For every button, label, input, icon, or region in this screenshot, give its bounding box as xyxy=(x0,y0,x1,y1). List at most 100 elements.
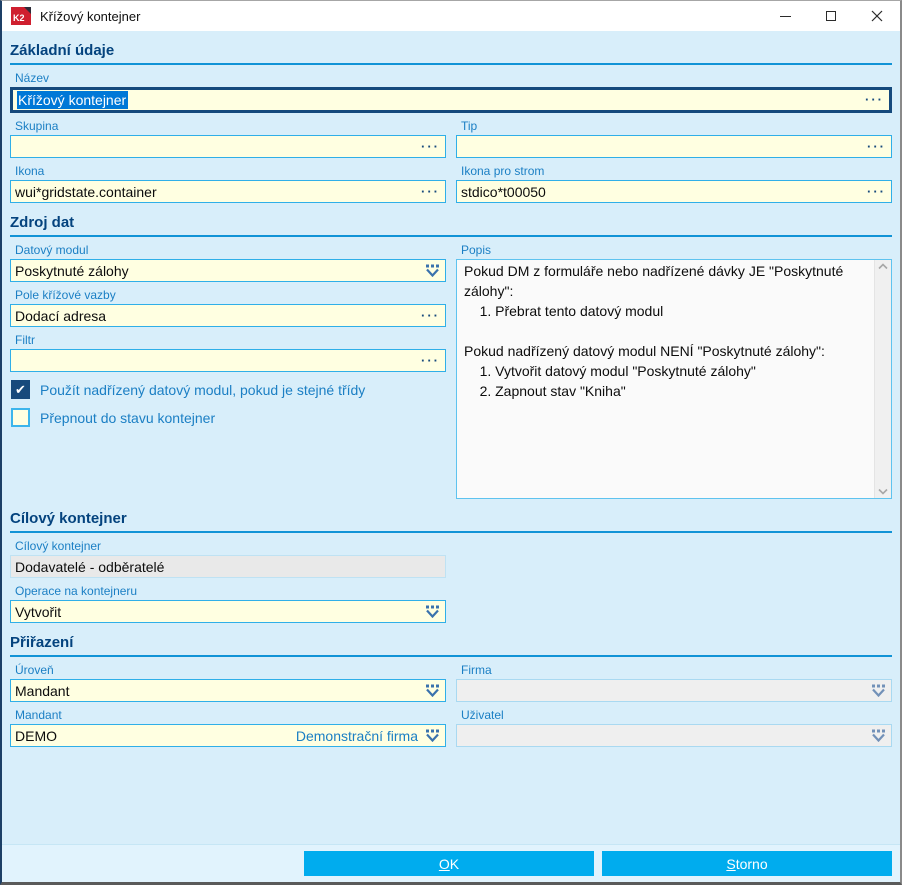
datovy-modul-dropdown[interactable]: Poskytnuté zálohy xyxy=(10,259,446,282)
field-filtr-label: Filtr xyxy=(15,333,35,347)
field-mandant: Mandant DEMO Demonstrační firma xyxy=(10,704,446,747)
nazev-input[interactable]: Křížový kontejner ··· xyxy=(10,87,892,113)
field-nazev-label: Název xyxy=(15,71,50,85)
skupina-ellipsis-button[interactable]: ··· xyxy=(421,140,440,153)
checkbox-label: Přepnout do stavu kontejner xyxy=(40,409,216,426)
ikona-pro-strom-input[interactable]: stdico*t00050 ··· xyxy=(456,180,892,203)
close-button[interactable] xyxy=(854,1,900,31)
checkbox-label: Použít nadřízený datový modul, pokud je … xyxy=(40,381,366,398)
operace-value: Vytvořit xyxy=(15,603,62,620)
mandant-description: Demonstrační firma xyxy=(295,727,418,744)
field-filtr: Filtr ··· xyxy=(10,329,446,372)
pole-krizove-vazby-input[interactable]: Dodací adresa ··· xyxy=(10,304,446,327)
minimize-button[interactable] xyxy=(762,1,808,31)
check-icon: ✔ xyxy=(15,382,26,397)
zdroj-dat-right-column: Popis Pokud DM z formuláře nebo nadřízen… xyxy=(456,239,892,501)
section-title-zdroj-dat: Zdroj dat xyxy=(10,209,892,237)
cilovy-kontejner-input: Dodavatelé - odběratelé xyxy=(10,555,446,578)
field-popis-label: Popis xyxy=(461,243,492,257)
nazev-ellipsis-button[interactable]: ··· xyxy=(865,93,884,106)
operace-na-kontejneru-dropdown[interactable]: Vytvořit xyxy=(10,600,446,623)
uroven-value: Mandant xyxy=(15,682,70,699)
k2-app-icon: K2 xyxy=(11,7,31,25)
uzivatel-dropdown xyxy=(456,724,892,747)
field-operace-na-kontejneru-label: Operace na kontejneru xyxy=(15,584,138,598)
popis-scrollbar[interactable] xyxy=(874,260,891,498)
dropdown-icon[interactable] xyxy=(425,605,440,618)
field-skupina-label: Skupina xyxy=(15,119,59,133)
dropdown-icon xyxy=(872,729,885,742)
ikona-value: wui*gridstate.container xyxy=(15,183,157,200)
field-uroven-label: Úroveň xyxy=(15,663,54,677)
popis-textarea[interactable]: Pokud DM z formuláře nebo nadřízené dávk… xyxy=(456,259,892,499)
maximize-button[interactable] xyxy=(808,1,854,31)
storno-button-accesskey: S xyxy=(726,855,736,872)
field-tip-label: Tip xyxy=(461,119,478,133)
checkbox-box[interactable]: ✔ xyxy=(11,380,30,399)
dropdown-icon[interactable] xyxy=(425,264,440,277)
close-icon xyxy=(871,10,883,22)
checkbox-box[interactable]: ✔ xyxy=(11,408,30,427)
filtr-input[interactable]: ··· xyxy=(10,349,446,372)
field-operace-na-kontejneru: Operace na kontejneru Vytvořit xyxy=(10,580,446,623)
dialog-window: K2 Křížový kontejner Základní údaje Náze… xyxy=(0,0,902,885)
scroll-up-icon[interactable] xyxy=(878,263,888,270)
dropdown-icon xyxy=(872,684,885,697)
k2-app-icon-text: K2 xyxy=(13,13,25,23)
ok-button-accesskey: O xyxy=(438,855,450,872)
tip-ellipsis-button[interactable]: ··· xyxy=(867,140,886,153)
ikona-pro-strom-ellipsis-button[interactable]: ··· xyxy=(867,185,886,198)
field-firma: Firma xyxy=(456,659,892,702)
zdroj-dat-left-column: Datový modul Poskytnuté zálohy Pole kříž… xyxy=(10,239,446,436)
field-ikona-pro-strom-label: Ikona pro strom xyxy=(461,164,545,178)
cilovy-left-column: Cílový kontejner Dodavatelé - odběratelé… xyxy=(10,535,446,625)
section-title-cilovy-kontejner: Cílový kontejner xyxy=(10,505,892,533)
skupina-input[interactable]: ··· xyxy=(10,135,446,158)
field-ikona: Ikona wui*gridstate.container ··· xyxy=(10,160,446,203)
window-controls xyxy=(762,1,900,31)
field-popis: Popis Pokud DM z formuláře nebo nadřízen… xyxy=(456,239,892,499)
field-pole-krizove-vazby-label: Pole křížové vazby xyxy=(15,288,116,302)
pole-krizove-vazby-value: Dodací adresa xyxy=(15,307,107,324)
field-cilovy-kontejner: Cílový kontejner Dodavatelé - odběratelé xyxy=(10,535,446,578)
titlebar: K2 Křížový kontejner xyxy=(2,1,900,31)
field-tip: Tip ··· xyxy=(456,115,892,158)
storno-button-label: torno xyxy=(735,855,768,872)
pole-krizove-vazby-ellipsis-button[interactable]: ··· xyxy=(421,309,440,322)
field-ikona-pro-strom: Ikona pro strom stdico*t00050 ··· xyxy=(456,160,892,203)
mandant-value: DEMO xyxy=(15,727,57,744)
checkbox-prepnout-do-stavu-kontejner[interactable]: ✔ Přepnout do stavu kontejner xyxy=(11,408,446,427)
field-firma-label: Firma xyxy=(461,663,492,677)
field-cilovy-kontejner-label: Cílový kontejner xyxy=(15,539,102,553)
nazev-value: Křížový kontejner xyxy=(17,91,129,109)
field-uzivatel-label: Uživatel xyxy=(461,708,504,722)
cilovy-kontejner-value: Dodavatelé - odběratelé xyxy=(15,558,165,575)
scroll-down-icon[interactable] xyxy=(878,488,888,495)
ikona-pro-strom-value: stdico*t00050 xyxy=(461,183,546,200)
ikona-input[interactable]: wui*gridstate.container ··· xyxy=(10,180,446,203)
tip-input[interactable]: ··· xyxy=(456,135,892,158)
field-ikona-label: Ikona xyxy=(15,164,45,178)
field-mandant-label: Mandant xyxy=(15,708,62,722)
checkbox-use-parent-datovy-modul[interactable]: ✔ Použít nadřízený datový modul, pokud j… xyxy=(11,380,446,399)
firma-dropdown xyxy=(456,679,892,702)
filtr-ellipsis-button[interactable]: ··· xyxy=(421,354,440,367)
ok-button-label: K xyxy=(449,855,460,872)
datovy-modul-value: Poskytnuté zálohy xyxy=(15,262,129,279)
field-datovy-modul-label: Datový modul xyxy=(15,243,89,257)
ikona-ellipsis-button[interactable]: ··· xyxy=(421,185,440,198)
section-title-zakladni-udaje: Základní údaje xyxy=(10,37,892,65)
dropdown-icon[interactable] xyxy=(425,684,440,697)
storno-button[interactable]: Storno xyxy=(602,851,892,876)
uroven-dropdown[interactable]: Mandant xyxy=(10,679,446,702)
ok-button[interactable]: OK xyxy=(304,851,594,876)
window-title: Křížový kontejner xyxy=(40,8,141,24)
field-pole-krizove-vazby: Pole křížové vazby Dodací adresa ··· xyxy=(10,284,446,327)
popis-text: Pokud DM z formuláře nebo nadřízené dávk… xyxy=(464,263,844,399)
field-uzivatel: Uživatel xyxy=(456,704,892,747)
field-datovy-modul: Datový modul Poskytnuté zálohy xyxy=(10,239,446,282)
section-title-prirazeni: Přiřazení xyxy=(10,629,892,657)
field-uroven: Úroveň Mandant xyxy=(10,659,446,702)
mandant-dropdown[interactable]: DEMO Demonstrační firma xyxy=(10,724,446,747)
dropdown-icon[interactable] xyxy=(425,729,440,742)
